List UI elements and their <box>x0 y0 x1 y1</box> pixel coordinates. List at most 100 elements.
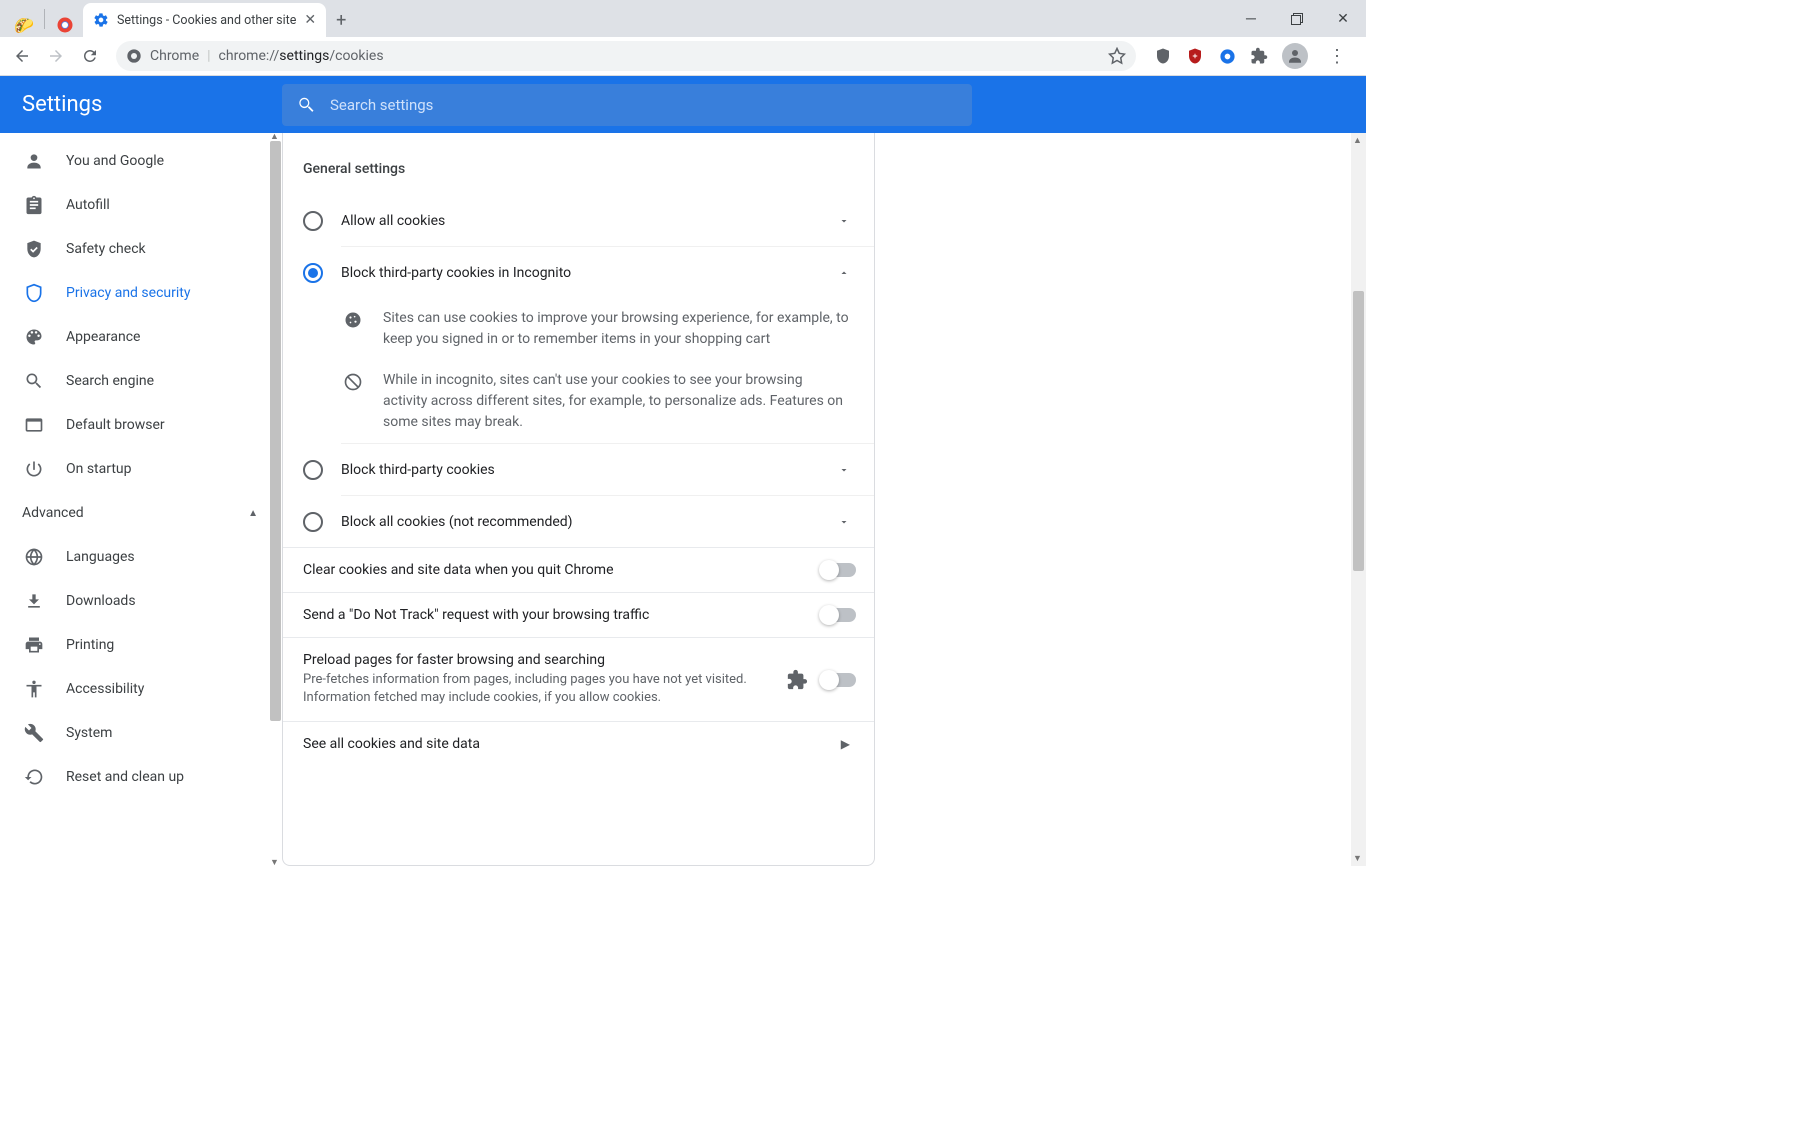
radio-icon[interactable] <box>303 460 323 480</box>
option-block-all[interactable]: Block all cookies (not recommended) <box>283 496 874 547</box>
sidebar-item-you-and-google[interactable]: You and Google <box>0 139 282 183</box>
row-description: Pre-fetches information from pages, incl… <box>303 671 772 707</box>
active-tab[interactable]: Settings - Cookies and other site ✕ <box>83 3 326 37</box>
block-icon <box>341 370 365 433</box>
chevron-down-icon[interactable] <box>828 464 860 476</box>
sidebar-label: Printing <box>66 637 114 653</box>
row-title: Send a "Do Not Track" request with your … <box>303 607 808 623</box>
window-controls: ─ ✕ <box>1228 0 1366 37</box>
bookmark-star-icon[interactable] <box>1108 47 1126 65</box>
row-clear-on-quit[interactable]: Clear cookies and site data when you qui… <box>283 547 874 592</box>
clipboard-icon <box>24 195 44 215</box>
sidebar-label: Safety check <box>66 241 146 257</box>
sidebar-scrollbar[interactable] <box>270 141 281 721</box>
option-block-third-party[interactable]: Block third-party cookies <box>283 444 874 495</box>
wrench-icon <box>24 723 44 743</box>
search-settings-box[interactable] <box>282 84 972 126</box>
sidebar-item-autofill[interactable]: Autofill <box>0 183 282 227</box>
sidebar-item-downloads[interactable]: Downloads <box>0 579 282 623</box>
gear-icon <box>93 12 109 28</box>
puzzle-icon <box>786 669 808 691</box>
option-block-incognito[interactable]: Block third-party cookies in Incognito <box>283 247 874 298</box>
circle-blue-icon[interactable] <box>1218 47 1236 65</box>
row-see-all-cookies[interactable]: See all cookies and site data ▶ <box>283 721 874 766</box>
palette-icon <box>24 327 44 347</box>
sidebar-label: Languages <box>66 549 135 565</box>
search-input[interactable] <box>330 96 958 114</box>
toggle-switch[interactable] <box>822 563 856 577</box>
main-content: General settings Allow all cookies Block… <box>282 133 1366 866</box>
person-icon <box>24 151 44 171</box>
sidebar-label: Downloads <box>66 593 136 609</box>
option-allow-all[interactable]: Allow all cookies <box>283 195 874 246</box>
shield-outline-icon <box>24 283 44 303</box>
sidebar-item-printing[interactable]: Printing <box>0 623 282 667</box>
option-label: Allow all cookies <box>341 213 828 229</box>
sidebar-label: You and Google <box>66 153 164 169</box>
close-icon[interactable]: ✕ <box>304 12 316 28</box>
back-button[interactable] <box>8 42 36 70</box>
toggle-switch[interactable] <box>822 673 856 687</box>
row-do-not-track[interactable]: Send a "Do Not Track" request with your … <box>283 592 874 637</box>
scroll-down-icon[interactable]: ▼ <box>1352 853 1363 864</box>
settings-header: Settings <box>0 76 1366 133</box>
sidebar-item-languages[interactable]: Languages <box>0 535 282 579</box>
main-scrollbar-thumb[interactable] <box>1353 291 1364 571</box>
address-bar[interactable]: Chrome | chrome://settings/cookies <box>116 41 1136 71</box>
kebab-menu-icon[interactable]: ⋮ <box>1322 46 1352 67</box>
download-icon <box>24 591 44 611</box>
sidebar-item-reset[interactable]: Reset and clean up <box>0 755 282 799</box>
sidebar-item-search-engine[interactable]: Search engine <box>0 359 282 403</box>
row-title: See all cookies and site data <box>303 736 821 752</box>
cookie-icon <box>341 308 365 350</box>
chevron-up-icon[interactable] <box>828 267 860 279</box>
reload-button[interactable] <box>76 42 104 70</box>
tab-favicon-1[interactable]: 🌮 <box>12 13 36 37</box>
browser-icon <box>24 415 44 435</box>
sidebar-label: On startup <box>66 461 132 477</box>
sidebar-label: Autofill <box>66 197 110 213</box>
option-detail-1: Sites can use cookies to improve your br… <box>283 298 874 360</box>
sidebar-scroll-down[interactable]: ▼ <box>269 857 280 866</box>
maximize-button[interactable] <box>1274 0 1320 37</box>
profile-avatar[interactable] <box>1282 43 1308 69</box>
sidebar-item-default-browser[interactable]: Default browser <box>0 403 282 447</box>
sidebar-item-appearance[interactable]: Appearance <box>0 315 282 359</box>
radio-icon[interactable] <box>303 211 323 231</box>
sidebar: ▲ You and Google Autofill Safety check P… <box>0 133 282 866</box>
new-tab-button[interactable]: + <box>326 10 356 37</box>
power-icon <box>24 459 44 479</box>
search-icon <box>24 371 44 391</box>
sidebar-advanced-toggle[interactable]: Advanced▲ <box>0 491 282 535</box>
header-title: Settings <box>0 92 282 117</box>
radio-icon[interactable] <box>303 512 323 532</box>
sidebar-item-privacy-security[interactable]: Privacy and security <box>0 271 282 315</box>
shield-red-icon[interactable] <box>1186 47 1204 65</box>
restore-icon <box>24 767 44 787</box>
toggle-switch[interactable] <box>822 608 856 622</box>
printer-icon <box>24 635 44 655</box>
tab-favicon-2[interactable] <box>53 13 77 37</box>
shield-check-icon <box>24 239 44 259</box>
extensions-puzzle-icon[interactable] <box>1250 47 1268 65</box>
main-scrollbar-track[interactable]: ▲ ▼ <box>1351 133 1366 866</box>
chevron-down-icon[interactable] <box>828 516 860 528</box>
detail-text: Sites can use cookies to improve your br… <box>383 308 860 350</box>
row-preload[interactable]: Preload pages for faster browsing and se… <box>283 637 874 721</box>
scroll-up-icon[interactable]: ▲ <box>1352 135 1363 146</box>
tab-separator <box>44 9 45 29</box>
forward-button[interactable] <box>42 42 70 70</box>
radio-selected-icon[interactable] <box>303 263 323 283</box>
search-icon <box>296 95 316 115</box>
sidebar-item-safety-check[interactable]: Safety check <box>0 227 282 271</box>
accessibility-icon <box>24 679 44 699</box>
omnibox-url: chrome://settings/cookies <box>219 48 384 64</box>
sidebar-item-accessibility[interactable]: Accessibility <box>0 667 282 711</box>
sidebar-item-system[interactable]: System <box>0 711 282 755</box>
ublock-icon[interactable] <box>1154 47 1172 65</box>
close-window-button[interactable]: ✕ <box>1320 0 1366 37</box>
chevron-down-icon[interactable] <box>828 215 860 227</box>
sidebar-label: Privacy and security <box>66 285 190 301</box>
sidebar-item-on-startup[interactable]: On startup <box>0 447 282 491</box>
minimize-button[interactable]: ─ <box>1228 0 1274 37</box>
